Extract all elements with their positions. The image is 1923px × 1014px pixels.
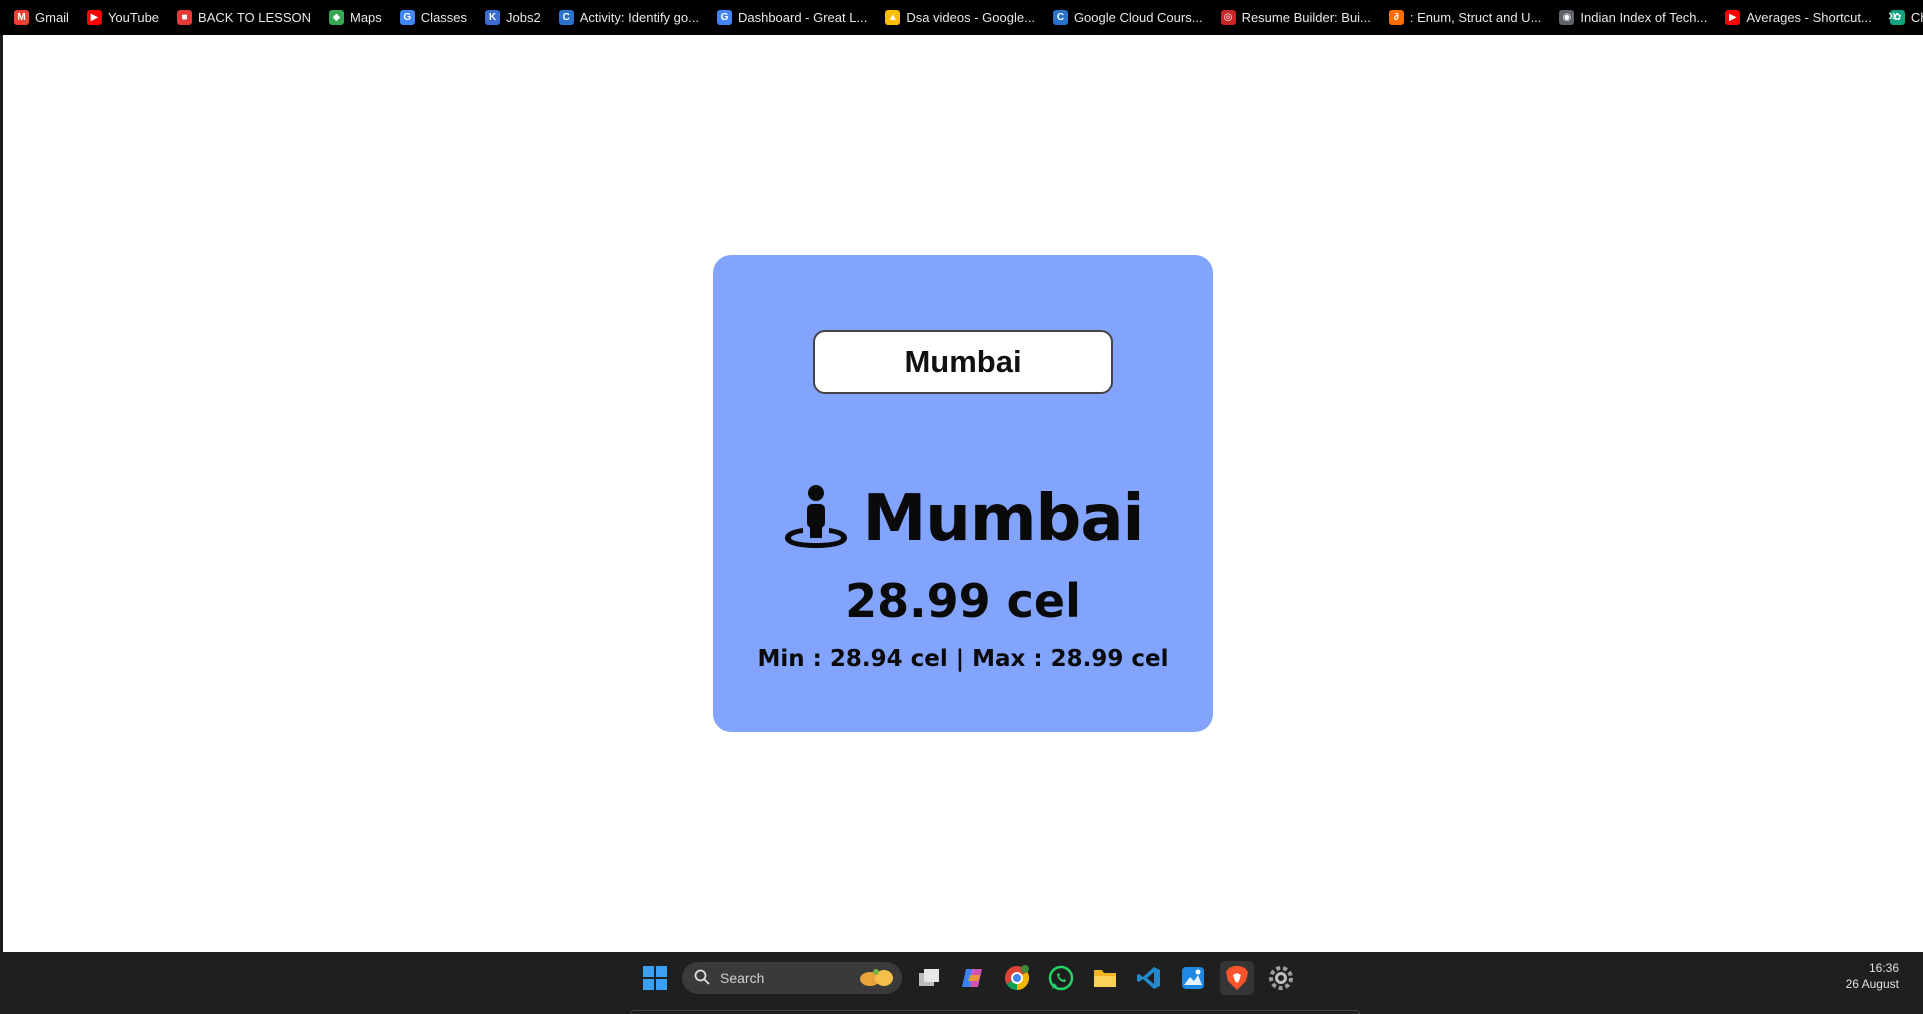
bookmark-label: Jobs2 xyxy=(506,10,541,25)
taskbar-search[interactable]: Search xyxy=(682,962,902,994)
bookmark-item[interactable]: K Jobs2 xyxy=(485,10,541,25)
copilot-icon[interactable] xyxy=(956,961,990,995)
google-icon: G xyxy=(399,10,415,25)
youtube-icon: ▶ xyxy=(86,10,102,25)
taskbar: Search 16:36 26 August xyxy=(0,952,1923,1014)
street-view-icon xyxy=(783,484,849,555)
clock-time: 16:36 xyxy=(1868,961,1899,975)
city-heading: Mumbai xyxy=(783,482,1144,556)
bookmark-label: Resume Builder: Bui... xyxy=(1241,10,1371,25)
coursera-icon: C xyxy=(558,10,574,25)
bookmark-item[interactable]: ∂ : Enum, Struct and U... xyxy=(1388,10,1542,25)
maps-icon: ◆ xyxy=(329,10,344,25)
bookmark-label: : Enum, Struct and U... xyxy=(1409,10,1542,25)
weather-card: Mumbai 28.99 cel Min : 28.94 cel | Max :… xyxy=(713,255,1213,732)
bookmark-item[interactable]: ▶ YouTube xyxy=(86,10,160,25)
search-icon xyxy=(694,969,710,988)
bookmark-item[interactable]: C Google Cloud Cours... xyxy=(1052,10,1203,25)
bookmark-label: Dashboard - Great L... xyxy=(737,10,868,25)
brave-icon[interactable] xyxy=(1220,961,1254,995)
min-max-temperature: Min : 28.94 cel | Max : 28.99 cel xyxy=(757,646,1169,672)
coursera-icon: C xyxy=(1052,10,1068,25)
bookmark-label: Classes xyxy=(420,10,468,25)
bookmarks-bar: M Gmail ▶ YouTube ■ BACK TO LESSON ◆ Maps G Class… xyxy=(0,0,1923,35)
system-clock[interactable]: 16:36 26 August xyxy=(1846,960,1899,992)
bookmark-item[interactable]: C Activity: Identify go... xyxy=(558,10,699,25)
bookmark-label: BACK TO LESSON xyxy=(198,10,311,25)
bookmarks-overflow-chevron-icon[interactable]: » xyxy=(1888,7,1897,25)
bookmark-item[interactable]: ◎ Resume Builder: Bui... xyxy=(1220,10,1371,25)
search-highlight-icon xyxy=(856,965,896,992)
city-name: Mumbai xyxy=(862,482,1145,556)
drive-icon: ▲ xyxy=(885,10,901,25)
taskbar-apps: Search xyxy=(638,958,1298,998)
vscode-icon[interactable] xyxy=(1132,961,1166,995)
city-search-input[interactable] xyxy=(813,330,1113,394)
bookmark-label: ChatGPT xyxy=(1910,10,1923,25)
file-explorer-icon[interactable] xyxy=(1088,961,1122,995)
bookmark-label: Activity: Identify go... xyxy=(579,10,699,25)
search-label: Search xyxy=(720,970,765,986)
whatsapp-icon[interactable] xyxy=(1044,961,1078,995)
bookmark-label: Averages - Shortcut... xyxy=(1746,10,1872,25)
youtube-icon: ▶ xyxy=(1725,10,1741,25)
taskbar-preview-edge xyxy=(630,1010,1360,1014)
bookmark-label: Google Cloud Cours... xyxy=(1073,10,1203,25)
bookmark-item[interactable]: ◉ Indian Index of Tech... xyxy=(1559,10,1707,25)
jobs-icon: K xyxy=(485,10,501,25)
resume-icon: ◎ xyxy=(1220,10,1236,25)
link-icon: ∂ xyxy=(1388,10,1404,25)
bookmark-label: Gmail xyxy=(35,10,69,25)
bookmark-label: Maps xyxy=(350,10,382,25)
google-icon: G xyxy=(716,10,732,25)
chrome-icon[interactable] xyxy=(1000,961,1034,995)
photos-icon[interactable] xyxy=(1176,961,1210,995)
bookmark-item[interactable]: ■ BACK TO LESSON xyxy=(177,10,311,25)
bookmark-item[interactable]: M Gmail xyxy=(14,10,69,25)
globe-icon: ◉ xyxy=(1559,10,1575,25)
bookmark-label: Indian Index of Tech... xyxy=(1580,10,1708,25)
task-view-icon[interactable] xyxy=(912,961,946,995)
clock-date: 26 August xyxy=(1845,977,1899,991)
bookmark-item[interactable]: ▶ Averages - Shortcut... xyxy=(1725,10,1872,25)
bookmark-item[interactable]: ▲ Dsa videos - Google... xyxy=(885,10,1035,25)
start-icon[interactable] xyxy=(638,961,672,995)
bookmark-label: YouTube xyxy=(107,10,160,25)
lesson-icon: ■ xyxy=(177,10,193,25)
bookmark-item[interactable]: G Classes xyxy=(399,10,468,25)
current-temperature: 28.99 cel xyxy=(845,574,1081,628)
gmail-icon: M xyxy=(14,10,29,25)
bookmark-item[interactable]: ◆ Maps xyxy=(329,10,382,25)
bookmark-item[interactable]: G Dashboard - Great L... xyxy=(716,10,868,25)
settings-icon[interactable] xyxy=(1264,961,1298,995)
bookmark-label: Dsa videos - Google... xyxy=(906,10,1035,25)
